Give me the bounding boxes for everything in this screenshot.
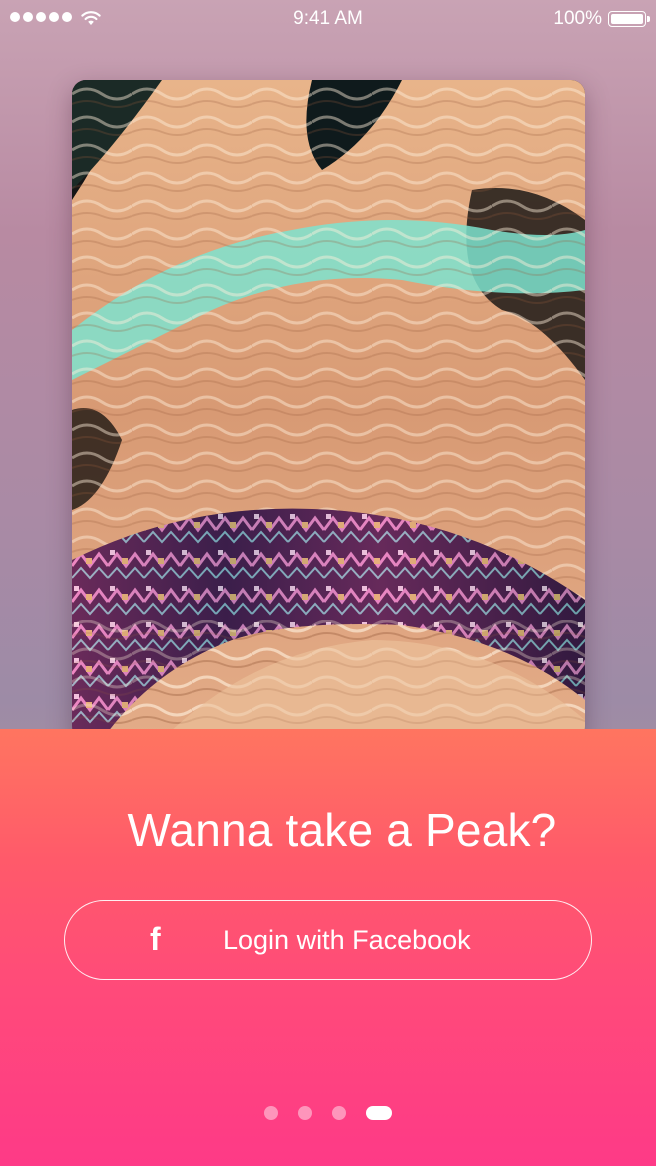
status-bar: 9:41 AM 100% bbox=[0, 0, 656, 38]
page-dot[interactable] bbox=[264, 1106, 278, 1120]
facebook-icon: f bbox=[150, 921, 161, 957]
page-dot-active[interactable] bbox=[366, 1106, 392, 1120]
onboarding-headline: Wanna take a Peak? bbox=[127, 804, 557, 856]
photo-card bbox=[72, 80, 585, 740]
swimmer-underwater-photo bbox=[72, 80, 585, 740]
battery-icon bbox=[608, 11, 650, 27]
battery-level-fill bbox=[611, 14, 643, 24]
battery-percent: 100% bbox=[553, 8, 602, 29]
onboarding-panel: Wanna take a Peak? f Login with Facebook bbox=[0, 729, 656, 1166]
battery-indicator: 100% bbox=[553, 8, 650, 30]
login-button-label: Login with Facebook bbox=[223, 925, 471, 955]
page-dot[interactable] bbox=[332, 1106, 346, 1120]
login-with-facebook-button[interactable]: f Login with Facebook bbox=[64, 900, 592, 980]
page-dot[interactable] bbox=[298, 1106, 312, 1120]
page-indicator[interactable] bbox=[0, 1106, 656, 1120]
